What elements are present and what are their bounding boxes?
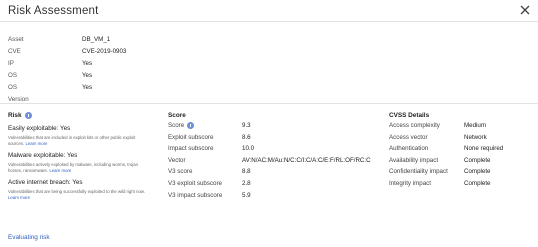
- info-icon[interactable]: [187, 122, 195, 130]
- risk-item-malware-exploitable: Malware exploitable: Yes Vulnerabilities…: [8, 151, 148, 174]
- info-key: CVE: [8, 48, 21, 55]
- close-button[interactable]: [517, 2, 533, 18]
- info-value: CVE-2019-0903: [82, 48, 127, 55]
- risk-item-label: Malware exploitable:: [8, 152, 68, 159]
- risk-item-description: Vulnerabilities that are being successfu…: [8, 189, 145, 194]
- cvss-key: Access complexity: [389, 122, 440, 129]
- cvss-heading: CVSS Details: [389, 111, 430, 119]
- score-value: 5.9: [242, 191, 251, 199]
- info-value: Yes: [82, 60, 93, 67]
- info-icon[interactable]: [24, 111, 32, 119]
- cvss-row: Authentication None required: [389, 143, 534, 155]
- score-value: 10.0: [242, 145, 255, 153]
- cvss-key: Authentication: [389, 145, 429, 153]
- info-key: Asset: [8, 36, 24, 43]
- header-divider: [0, 21, 538, 22]
- learn-more-link[interactable]: Learn more: [8, 195, 30, 200]
- risk-item-easily-exploitable: Easily exploitable: Yes Vulnerabilities …: [8, 124, 148, 147]
- learn-more-link[interactable]: Learn more: [25, 141, 47, 146]
- risk-section: Risk Easily exploitable: Yes Vulnerabili…: [8, 110, 148, 201]
- impact-subscore-row: Impact subscore 10.0: [168, 143, 378, 155]
- risk-assessment-dialog: Risk Assessment Asset DB_VM_1 CVE CVE-20…: [0, 0, 538, 247]
- score-value: 9.3: [242, 122, 251, 129]
- info-key: OS: [8, 72, 17, 79]
- risk-item-active-internet-breach: Active internet breach: Yes Vulnerabilit…: [8, 178, 148, 201]
- cvss-details-section: CVSS Details Access complexity Medium Ac…: [389, 110, 534, 190]
- risk-item-value: Yes: [67, 152, 78, 159]
- risk-item-label: Active internet breach:: [8, 179, 73, 186]
- cvss-value: Complete: [464, 179, 491, 187]
- score-heading: Score: [168, 111, 186, 119]
- cvss-key: Access vector: [389, 133, 428, 141]
- evaluating-risk-link[interactable]: Evaluating risk: [8, 234, 50, 241]
- cvss-value: Medium: [464, 122, 487, 129]
- score-value: 2.8: [242, 179, 251, 187]
- risk-heading-label: Risk: [8, 111, 22, 119]
- cvss-row: Availability impact Complete: [389, 155, 534, 167]
- cvss-key: Availability impact: [389, 156, 439, 164]
- risk-item-value: Yes: [60, 125, 71, 132]
- score-value: AV:N/AC:M/Au:N/C:C/I:C/A:C/E:F/RL:OF/RC:…: [242, 156, 371, 164]
- v3-impact-subscore-row: V3 impact subscore 5.9: [168, 190, 378, 202]
- score-key: V3 exploit subscore: [168, 179, 222, 187]
- cvss-row: Access complexity Medium: [389, 120, 534, 132]
- score-value: 8.8: [242, 168, 251, 176]
- info-value: DB_VM_1: [82, 36, 111, 43]
- cvss-row: Integrity impact Complete: [389, 178, 534, 190]
- close-icon: [520, 5, 530, 15]
- score-section: Score Score 9.3 Exploit subscore 8.6 Imp…: [168, 110, 378, 201]
- vector-row: Vector AV:N/AC:M/Au:N/C:C/I:C/A:C/E:F/RL…: [168, 155, 378, 167]
- risk-item-label: Easily exploitable:: [8, 125, 61, 132]
- dialog-title: Risk Assessment: [8, 5, 99, 17]
- info-key: IP: [8, 60, 14, 67]
- cvss-value: None required: [464, 145, 504, 153]
- score-key: Score: [168, 122, 185, 129]
- score-key: V3 impact subscore: [168, 191, 223, 199]
- section-divider: [0, 103, 538, 104]
- score-key: Exploit subscore: [168, 133, 214, 141]
- cvss-row: Access vector Network: [389, 132, 534, 144]
- risk-item-value: Yes: [72, 179, 83, 186]
- risk-item-description: Vulnerabilities actively exploited by ma…: [8, 162, 138, 173]
- exploit-subscore-row: Exploit subscore 8.6: [168, 132, 378, 144]
- learn-more-link[interactable]: Learn more: [49, 168, 71, 173]
- score-key: Impact subscore: [168, 145, 214, 153]
- cvss-row: Confidentiality impact Complete: [389, 166, 534, 178]
- score-value: 8.6: [242, 133, 251, 141]
- cvss-key: Confidentiality impact: [389, 168, 448, 176]
- v3-score-row: V3 score 8.8: [168, 166, 378, 178]
- cvss-value: Network: [464, 133, 487, 141]
- cvss-key: Integrity impact: [389, 179, 431, 187]
- v3-exploit-subscore-row: V3 exploit subscore 2.8: [168, 178, 378, 190]
- info-value: Yes: [82, 72, 93, 79]
- score-key: V3 score: [168, 168, 193, 176]
- score-row: Score 9.3: [168, 120, 378, 132]
- info-value: Yes: [82, 84, 93, 91]
- score-key: Vector: [168, 156, 186, 164]
- cvss-value: Complete: [464, 168, 491, 176]
- cvss-value: Complete: [464, 156, 491, 164]
- risk-heading: Risk: [8, 110, 148, 120]
